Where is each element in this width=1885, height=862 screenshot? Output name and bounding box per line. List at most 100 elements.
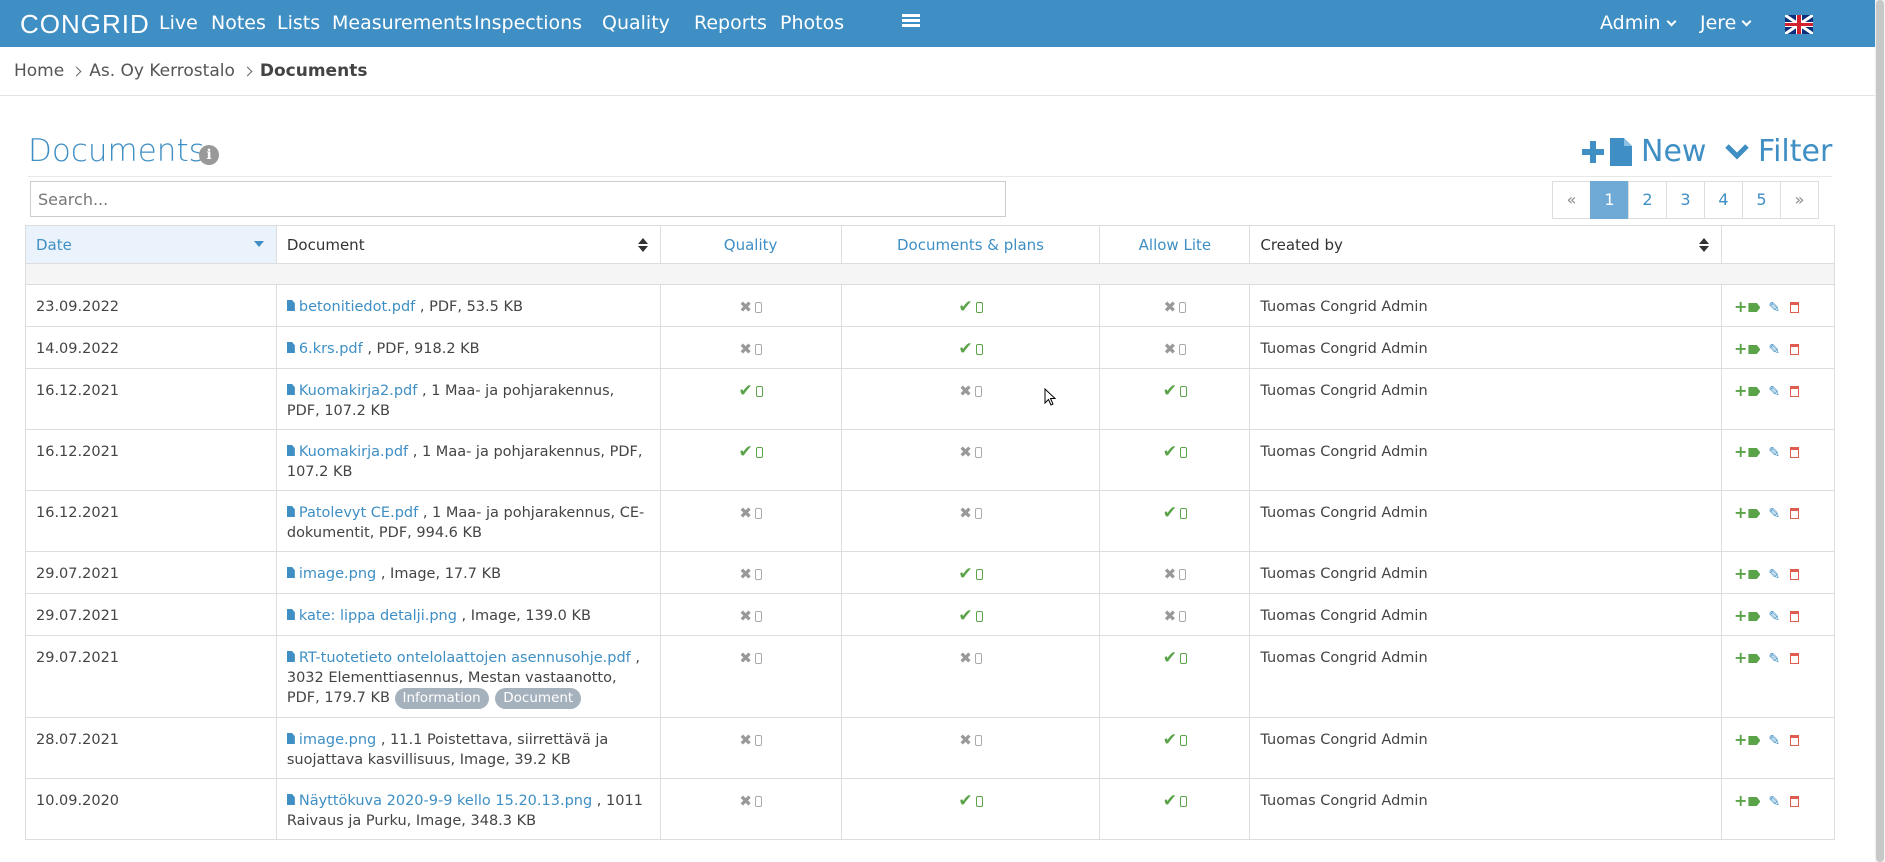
col-header-quality[interactable]: Quality xyxy=(659,225,842,264)
mobile-icon xyxy=(1180,447,1187,458)
delete-button[interactable] xyxy=(1790,344,1800,355)
actions-cell: + ✎ xyxy=(1721,593,1835,636)
pager-page-5[interactable]: 5 xyxy=(1742,181,1781,219)
add-tag-button[interactable]: + xyxy=(1734,606,1761,625)
check-icon: ✔ xyxy=(738,442,753,462)
document-link[interactable]: Kuomakirja.pdf xyxy=(299,444,408,460)
allow-lite-cell: ✔ xyxy=(1099,778,1251,840)
pager-page-3[interactable]: 3 xyxy=(1666,181,1705,219)
file-icon xyxy=(286,794,295,805)
col-header-created-by[interactable]: Created by xyxy=(1249,225,1722,264)
mobile-icon xyxy=(1179,344,1187,355)
document-link[interactable]: RT-tuotetieto ontelolaattojen asennusohj… xyxy=(299,650,631,666)
pager-page-4[interactable]: 4 xyxy=(1704,181,1743,219)
nav-quality[interactable]: Quality xyxy=(602,12,670,34)
edit-button[interactable]: ✎ xyxy=(1768,609,1780,625)
document-link[interactable]: kate: lippa detalji.png xyxy=(299,608,457,624)
add-tag-button[interactable]: + xyxy=(1734,381,1761,400)
created-by-cell: Tuomas Congrid Admin xyxy=(1249,778,1722,840)
nav-live[interactable]: Live xyxy=(159,12,198,34)
edit-button[interactable]: ✎ xyxy=(1768,651,1780,667)
delete-button[interactable] xyxy=(1790,653,1800,664)
pager-next[interactable]: » xyxy=(1780,181,1819,219)
user-menu[interactable]: Jere xyxy=(1700,12,1752,34)
document-link[interactable]: Kuomakirja2.pdf xyxy=(299,383,418,399)
search-input[interactable] xyxy=(30,181,1006,217)
logo[interactable]: CONGRID xyxy=(20,9,150,40)
breadcrumb-home[interactable]: Home xyxy=(14,61,64,81)
document-link[interactable]: image.png xyxy=(299,732,376,748)
vertical-scrollbar[interactable] xyxy=(1875,0,1885,862)
delete-button[interactable] xyxy=(1790,611,1800,622)
delete-button[interactable] xyxy=(1790,386,1800,397)
add-tag-button[interactable]: + xyxy=(1734,297,1761,316)
delete-button[interactable] xyxy=(1790,796,1800,807)
delete-button[interactable] xyxy=(1790,447,1800,458)
delete-button[interactable] xyxy=(1790,508,1800,519)
actions-cell: + ✎ xyxy=(1721,326,1835,369)
pager-prev[interactable]: « xyxy=(1552,181,1591,219)
add-tag-button[interactable]: + xyxy=(1734,730,1761,749)
cross-icon: ✖ xyxy=(739,565,752,583)
add-tag-button[interactable]: + xyxy=(1734,564,1761,583)
document-meta: , Image, 17.7 KB xyxy=(376,566,502,582)
cross-icon: ✖ xyxy=(739,792,752,810)
edit-button[interactable]: ✎ xyxy=(1768,506,1780,522)
info-icon[interactable]: i xyxy=(199,145,219,165)
nav-lists[interactable]: Lists xyxy=(277,12,320,34)
edit-button[interactable]: ✎ xyxy=(1768,794,1780,810)
table-row: 29.07.2021 RT-tuotetieto ontelolaattojen … xyxy=(25,635,1835,718)
allow-lite-cell: ✔ xyxy=(1099,717,1251,779)
list-icon[interactable] xyxy=(902,14,920,30)
created-by-cell: Tuomas Congrid Admin xyxy=(1249,490,1722,552)
nav-photos[interactable]: Photos xyxy=(780,12,844,34)
col-header-date[interactable]: Date xyxy=(25,225,277,264)
actions-cell: + ✎ xyxy=(1721,490,1835,552)
add-tag-button[interactable]: + xyxy=(1734,503,1761,522)
nav-reports[interactable]: Reports xyxy=(694,12,767,34)
breadcrumb-project[interactable]: As. Oy Kerrostalo xyxy=(89,61,235,81)
edit-button[interactable]: ✎ xyxy=(1768,733,1780,749)
plus-icon: + xyxy=(1734,503,1748,522)
edit-button[interactable]: ✎ xyxy=(1768,300,1780,316)
plus-icon: + xyxy=(1734,297,1748,316)
mobile-icon xyxy=(1180,508,1187,519)
edit-button[interactable]: ✎ xyxy=(1768,567,1780,583)
nav-notes[interactable]: Notes xyxy=(211,12,266,34)
cross-icon: ✖ xyxy=(959,649,972,667)
new-button[interactable]: New xyxy=(1580,134,1706,169)
pager-page-1[interactable]: 1 xyxy=(1590,181,1629,219)
add-tag-button[interactable]: + xyxy=(1734,339,1761,358)
edit-button[interactable]: ✎ xyxy=(1768,342,1780,358)
add-tag-button[interactable]: + xyxy=(1734,791,1761,810)
edit-button[interactable]: ✎ xyxy=(1768,384,1780,400)
filter-button[interactable]: Filter xyxy=(1724,134,1832,169)
tag-icon xyxy=(1748,387,1761,396)
add-tag-button[interactable]: + xyxy=(1734,442,1761,461)
edit-button[interactable]: ✎ xyxy=(1768,445,1780,461)
document-link[interactable]: Patolevyt CE.pdf xyxy=(299,505,418,521)
tag-icon xyxy=(1748,509,1761,518)
allow-lite-cell: ✔ xyxy=(1099,490,1251,552)
document-link[interactable]: Näyttökuva 2020-9-9 kello 15.20.13.png xyxy=(299,793,592,809)
docs-plans-cell: ✔ xyxy=(840,326,1101,369)
created-by-cell: Tuomas Congrid Admin xyxy=(1249,326,1722,369)
plus-icon: + xyxy=(1734,791,1748,810)
admin-menu[interactable]: Admin xyxy=(1600,12,1677,34)
cross-icon: ✖ xyxy=(1163,607,1177,625)
delete-button[interactable] xyxy=(1790,735,1800,746)
uk-flag-icon[interactable] xyxy=(1785,15,1813,34)
document-link[interactable]: betonitiedot.pdf xyxy=(299,299,415,315)
nav-inspections[interactable]: Inspections xyxy=(474,12,582,34)
delete-button[interactable] xyxy=(1790,569,1800,580)
tag-icon xyxy=(1748,303,1761,312)
col-header-document[interactable]: Document xyxy=(275,225,661,264)
document-link[interactable]: 6.krs.pdf xyxy=(299,341,363,357)
nav-measurements[interactable]: Measurements xyxy=(332,12,472,34)
document-link[interactable]: image.png xyxy=(299,566,376,582)
pager-page-2[interactable]: 2 xyxy=(1628,181,1667,219)
delete-button[interactable] xyxy=(1790,302,1800,313)
col-header-docs-plans[interactable]: Documents & plans xyxy=(840,225,1101,264)
add-tag-button[interactable]: + xyxy=(1734,648,1761,667)
col-header-allow-lite[interactable]: Allow Lite xyxy=(1099,225,1251,264)
